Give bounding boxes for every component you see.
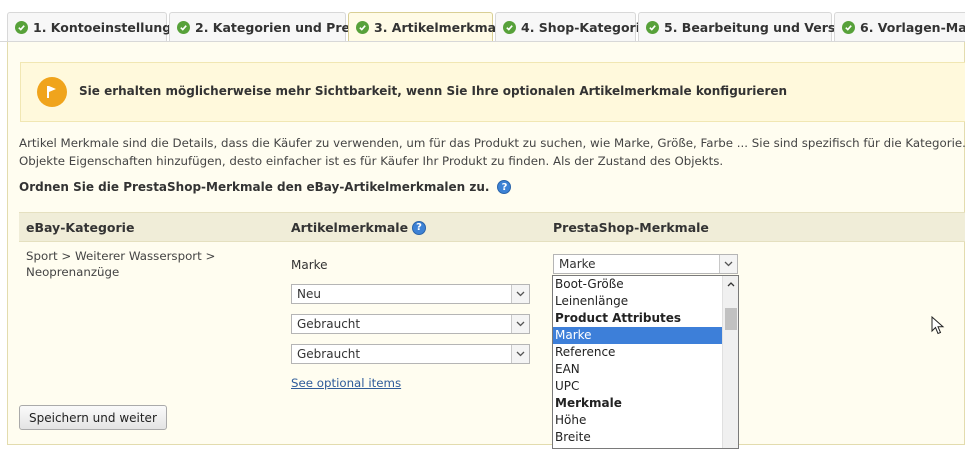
dropdown-group-label: Product Attributes (555, 311, 682, 325)
prestashop-feature-select[interactable]: Marke (553, 254, 738, 274)
header-item-specifics: Artikelmerkmale ? (291, 220, 427, 235)
dropdown-option[interactable]: EAN (553, 361, 738, 378)
dropdown-option[interactable]: Marke (553, 327, 738, 344)
tab-kontoeinstellungen[interactable]: 1. Kontoeinstellungen (7, 12, 189, 41)
check-circle-icon (356, 21, 369, 34)
content-panel: Sie erhalten möglicherweise mehr Sichtba… (7, 42, 965, 445)
tab-artikelmerkmale[interactable]: 3. Artikelmerkmale (348, 12, 509, 41)
check-circle-icon (15, 21, 28, 34)
tab-label: 6. Vorlagen-Manag (860, 20, 965, 35)
condition-select-1[interactable]: Neu (291, 284, 530, 304)
tab-label: 4. Shop-Kategorien (521, 20, 658, 35)
dropdown-option[interactable]: Leinenlänge (553, 293, 738, 310)
help-icon[interactable]: ? (412, 220, 427, 235)
chevron-up-icon[interactable] (723, 276, 738, 292)
dropdown-option[interactable]: Boot-Größe (553, 276, 738, 293)
dropdown-option[interactable]: UPC (553, 378, 738, 395)
tab-bearbeitung-und-versand[interactable]: 5. Bearbeitung und Versand (638, 12, 862, 41)
tab-label: 1. Kontoeinstellungen (33, 20, 189, 35)
tab-label: 2. Kategorien und Preise (195, 20, 371, 35)
scrollbar-thumb[interactable] (725, 308, 737, 330)
header-ebay-category: eBay-Kategorie (26, 220, 135, 235)
dropdown-list: Boot-Größe Leinenlänge Product Attributes M… (553, 276, 738, 446)
prestashop-feature-dropdown[interactable]: Boot-Größe Leinenlänge Product Attributes M… (552, 275, 739, 449)
description-line-1: Artikel Merkmale sind die Details, dass … (19, 136, 965, 150)
select-value: Gebraucht (297, 347, 361, 361)
chevron-down-icon (719, 255, 737, 273)
mapping-instruction: Ordnen Sie die PrestaShop-Merkmale den e… (19, 180, 512, 194)
dropdown-option[interactable]: Höhe (553, 412, 738, 429)
tab-shop-kategorien[interactable]: 4. Shop-Kategorien (495, 12, 657, 41)
help-icon[interactable]: ? (497, 180, 512, 194)
description-line-2: Objekte Eigenschaften hinzufügen, desto … (19, 154, 724, 168)
mapping-instruction-text: Ordnen Sie die PrestaShop-Merkmale den e… (19, 180, 490, 194)
check-circle-icon (646, 21, 659, 34)
tab-vorlagen-manager[interactable]: 6. Vorlagen-Manag (834, 12, 965, 41)
dropdown-option[interactable]: Reference (553, 344, 738, 361)
header-prestashop: PrestaShop-Merkmale (553, 220, 709, 235)
dropdown-scrollbar[interactable] (722, 276, 738, 448)
check-circle-icon (177, 21, 190, 34)
tab-label: 5. Bearbeitung und Versand (664, 20, 862, 35)
chevron-down-icon (511, 315, 529, 333)
dropdown-group-label: Merkmale (555, 396, 622, 410)
see-optional-items-link[interactable]: See optional items (291, 376, 401, 390)
check-circle-icon (842, 21, 855, 34)
condition-select-2[interactable]: Gebraucht (291, 314, 530, 334)
chevron-down-icon (511, 285, 529, 303)
select-value: Neu (297, 287, 321, 301)
save-and-continue-button[interactable]: Speichern und weiter (19, 405, 167, 430)
category-path: Sport > Weiterer Wassersport > Neoprenan… (26, 249, 216, 279)
marke-label: Marke (291, 258, 328, 272)
select-value: Marke (559, 257, 596, 271)
description-text: Artikel Merkmale sind die Details, dass … (19, 134, 965, 170)
wizard-tabs: 1. Kontoeinstellungen 2. Kategorien und … (0, 12, 965, 42)
dropdown-option[interactable]: Breite (553, 429, 738, 446)
header-item-specifics-label: Artikelmerkmale (291, 220, 409, 235)
chevron-down-icon (511, 345, 529, 363)
select-value: Gebraucht (297, 317, 361, 331)
tab-kategorien-und-preise[interactable]: 2. Kategorien und Preise (169, 12, 370, 41)
tab-label: 3. Artikelmerkmale (374, 20, 509, 35)
check-circle-icon (503, 21, 516, 34)
visibility-alert: Sie erhalten möglicherweise mehr Sichtba… (20, 62, 965, 122)
flag-icon (37, 77, 67, 107)
table-header: eBay-Kategorie Artikelmerkmale ? PrestaS… (19, 212, 965, 242)
alert-text: Sie erhalten möglicherweise mehr Sichtba… (79, 84, 788, 98)
condition-select-3[interactable]: Gebraucht (291, 344, 530, 364)
mouse-cursor-icon (931, 316, 945, 335)
